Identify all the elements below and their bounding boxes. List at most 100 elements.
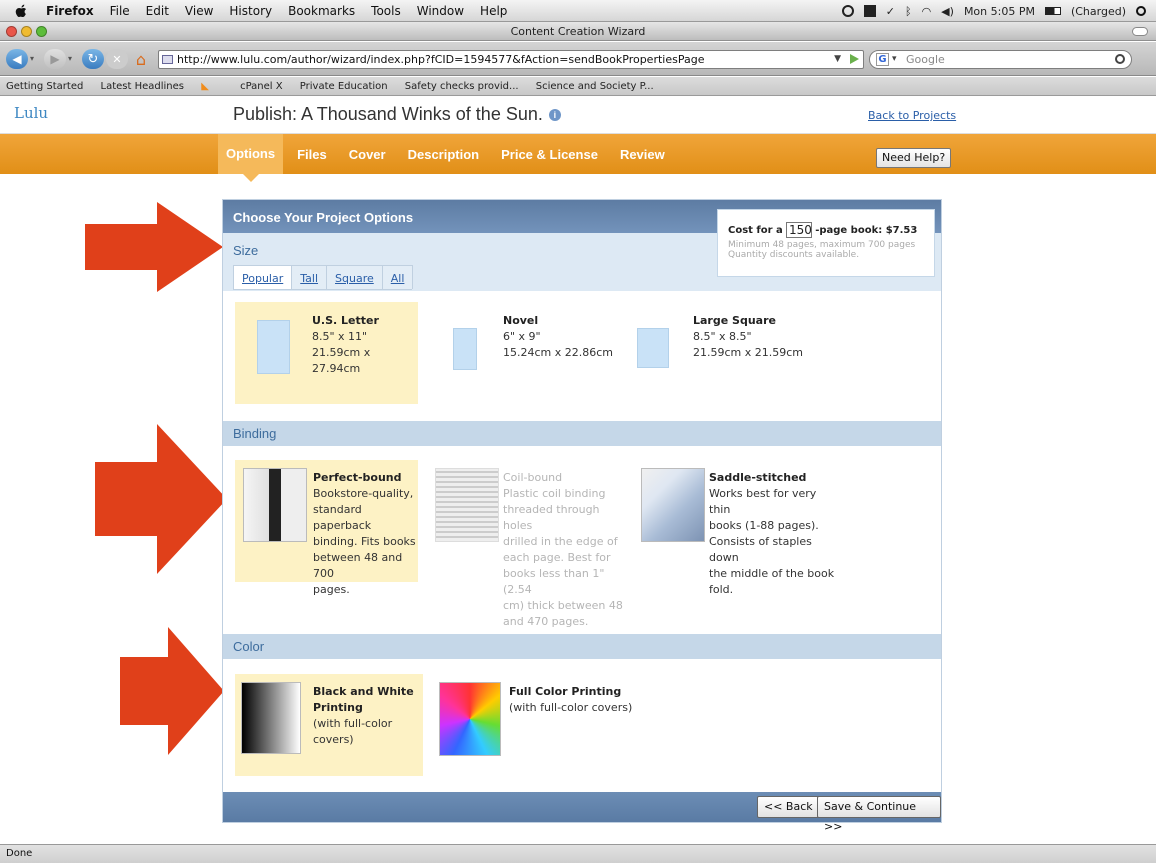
google-icon[interactable]: G xyxy=(876,53,889,66)
size-section-title: Size xyxy=(233,243,259,258)
toolbar-toggle-icon[interactable] xyxy=(1132,27,1148,36)
menu-view[interactable]: View xyxy=(185,4,213,18)
battery-icon[interactable] xyxy=(1044,7,1061,15)
wifi-icon[interactable]: ◠ xyxy=(922,5,932,18)
size-inches: 8.5" x 11" xyxy=(312,330,368,343)
bookmark-item[interactable]: Getting Started xyxy=(6,81,83,92)
page-title-text: Publish: A Thousand Winks of the Sun. xyxy=(233,104,543,124)
binding-option-coil-bound[interactable]: Coil-bound Plastic coil binding threaded… xyxy=(433,460,623,628)
size-option-large-square[interactable]: Large Square 8.5" x 8.5" 21.59cm x 21.59… xyxy=(633,302,823,404)
lulu-logo[interactable]: Lulu xyxy=(14,104,48,122)
binding-desc-line: threaded through holes xyxy=(503,503,600,532)
tab-options[interactable]: Options xyxy=(218,134,284,182)
menu-history[interactable]: History xyxy=(229,4,272,18)
tab-price-license[interactable]: Price & License xyxy=(501,147,598,162)
menu-bookmarks[interactable]: Bookmarks xyxy=(288,4,355,18)
bookmarks-bar: Getting Started Latest Headlines ◣ cPane… xyxy=(0,77,1156,96)
bookmark-item[interactable]: cPanel X xyxy=(240,81,283,92)
back-to-projects-link[interactable]: Back to Projects xyxy=(868,109,956,122)
menu-edit[interactable]: Edit xyxy=(146,4,169,18)
menu-app-name[interactable]: Firefox xyxy=(46,4,94,18)
binding-desc-line: between 48 and 700 xyxy=(313,551,403,580)
saddle-stitched-thumbnail xyxy=(641,468,705,542)
menu-help[interactable]: Help xyxy=(480,4,507,18)
back-dropdown-icon[interactable]: ▾ xyxy=(30,54,34,63)
need-help-button[interactable]: Need Help? xyxy=(876,148,952,168)
binding-desc-line: Consists of staples down xyxy=(709,535,812,564)
binding-desc-line: cm) thick between 48 xyxy=(503,599,623,612)
rss-icon: ◣ xyxy=(198,81,209,92)
cost-calculator: Cost for a 150 -page book: $7.53 Minimum… xyxy=(717,209,935,277)
annotation-arrow-color xyxy=(120,627,224,755)
search-input[interactable]: G ▾ Google xyxy=(869,50,1132,69)
search-icon[interactable] xyxy=(1115,54,1125,64)
bookmark-item[interactable]: Science and Society P... xyxy=(536,81,654,92)
bluetooth-icon[interactable]: ᛒ xyxy=(905,5,912,18)
home-icon[interactable]: ⌂ xyxy=(130,49,152,69)
size-cm: 21.59cm x 21.59cm xyxy=(693,346,804,359)
reload-icon[interactable]: ↻ xyxy=(82,49,104,69)
wizard-tab-bar: Options Files Cover Description Price & … xyxy=(0,134,1156,182)
tab-square[interactable]: Square xyxy=(326,265,383,289)
clock[interactable]: Mon 5:05 PM xyxy=(964,5,1035,18)
tab-cover[interactable]: Cover xyxy=(349,147,386,162)
battery-status[interactable]: (Charged) xyxy=(1071,5,1126,18)
forward-dropdown-icon[interactable]: ▾ xyxy=(68,54,72,63)
binding-option-saddle-stitched[interactable]: Saddle-stitched Works best for very thin… xyxy=(639,460,839,596)
binding-desc-line: binding. Fits books xyxy=(313,535,416,548)
color-option-black-white[interactable]: Black and White Printing (with full-colo… xyxy=(235,674,423,776)
save-continue-button[interactable]: Save & Continue >> xyxy=(817,796,941,833)
tab-tall[interactable]: Tall xyxy=(291,265,328,289)
back-button[interactable]: << Back xyxy=(757,796,820,818)
go-icon[interactable] xyxy=(850,54,859,64)
tray-app-icon[interactable] xyxy=(863,5,876,17)
close-window-icon[interactable] xyxy=(6,26,17,37)
size-inches: 8.5" x 8.5" xyxy=(693,330,752,343)
menu-file[interactable]: File xyxy=(110,4,130,18)
size-option-novel[interactable]: Novel 6" x 9" 15.24cm x 22.86cm xyxy=(443,302,623,404)
binding-desc-line: books less than 1" (2.54 xyxy=(503,567,605,596)
tab-files[interactable]: Files xyxy=(297,147,327,162)
check-icon[interactable]: ✓ xyxy=(886,5,895,18)
menu-window[interactable]: Window xyxy=(417,4,464,18)
mac-menubar: Firefox File Edit View History Bookmarks… xyxy=(0,0,1156,22)
binding-desc-line: Bookstore-quality, xyxy=(313,487,414,500)
page-count-input[interactable]: 150 xyxy=(786,222,812,238)
url-bar[interactable]: http://www.lulu.com/author/wizard/index.… xyxy=(158,50,864,69)
bookmark-item[interactable]: Safety checks provid... xyxy=(405,81,519,92)
menu-tools[interactable]: Tools xyxy=(371,4,401,18)
spotlight-icon[interactable] xyxy=(1136,6,1146,16)
back-icon[interactable]: ◀ xyxy=(6,49,28,69)
size-option-us-letter[interactable]: U.S. Letter 8.5" x 11" 21.59cm x 27.94cm xyxy=(235,302,418,404)
size-cm: 15.24cm x 22.86cm xyxy=(503,346,614,359)
url-dropdown-icon[interactable]: ▼ xyxy=(834,51,841,68)
zoom-window-icon[interactable] xyxy=(36,26,47,37)
tab-review[interactable]: Review xyxy=(620,147,665,162)
stop-icon[interactable]: ✕ xyxy=(106,49,128,69)
bookmark-item[interactable]: Private Education xyxy=(300,81,388,92)
binding-option-perfect-bound[interactable]: Perfect-bound Bookstore-quality, standar… xyxy=(235,460,418,596)
search-placeholder: Google xyxy=(906,53,945,66)
binding-desc-line: and 470 pages. xyxy=(503,615,589,628)
binding-desc-line: fold. xyxy=(709,583,734,596)
annotation-arrow-size xyxy=(85,202,223,292)
volume-icon[interactable]: ◀) xyxy=(941,5,954,18)
page-title: Publish: A Thousand Winks of the Sun. i xyxy=(233,104,561,125)
tab-all[interactable]: All xyxy=(381,265,414,289)
bookmark-item[interactable]: Latest Headlines ◣ xyxy=(101,81,223,92)
forward-icon[interactable]: ▶ xyxy=(44,49,66,69)
window-title: Content Creation Wizard xyxy=(510,25,646,38)
status-bar: Done xyxy=(0,844,1156,863)
url-text[interactable]: http://www.lulu.com/author/wizard/index.… xyxy=(177,53,704,66)
minimize-window-icon[interactable] xyxy=(21,26,32,37)
tab-popular[interactable]: Popular xyxy=(233,265,293,289)
search-engine-dropdown-icon[interactable]: ▾ xyxy=(892,51,897,68)
full-color-wheel-swatch xyxy=(439,682,501,756)
color-desc: (with full-color covers) xyxy=(509,701,633,714)
tab-description[interactable]: Description xyxy=(408,147,480,162)
tray-icon[interactable] xyxy=(841,5,854,17)
info-icon[interactable]: i xyxy=(548,109,561,122)
color-option-full-color[interactable]: Full Color Printing (with full-color cov… xyxy=(435,674,655,776)
apple-icon[interactable] xyxy=(14,4,36,18)
color-name-line2: Printing xyxy=(313,701,363,714)
